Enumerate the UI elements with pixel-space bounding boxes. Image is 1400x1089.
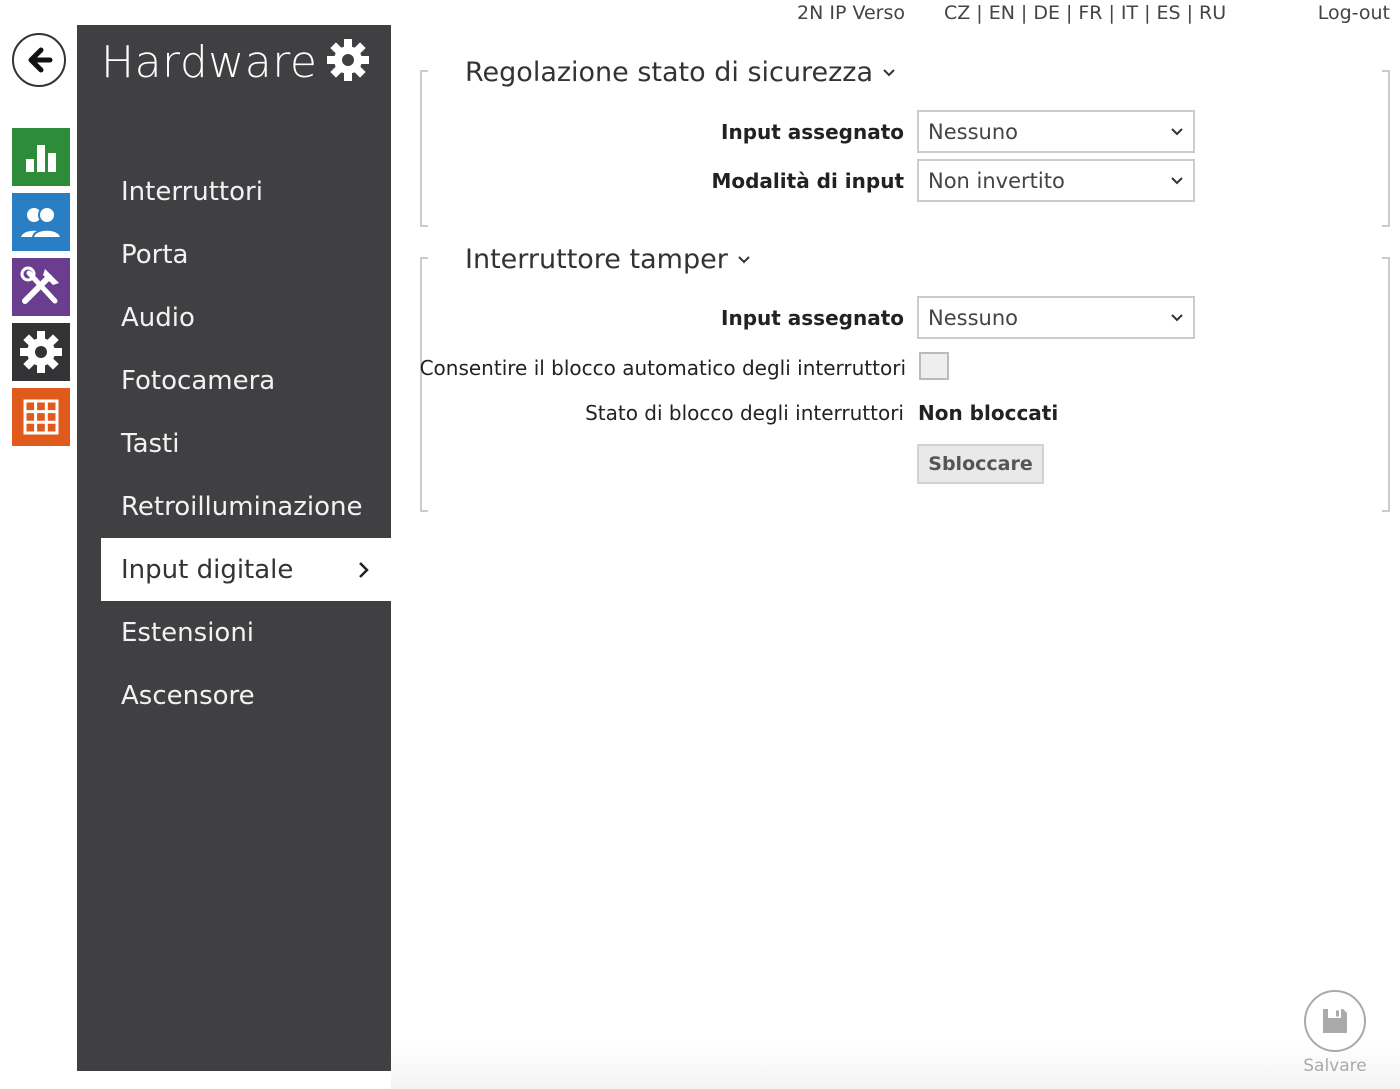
lang-es[interactable]: ES	[1157, 2, 1181, 24]
sidebar-item-label: Fotocamera	[121, 365, 276, 396]
select-value: Nessuno	[928, 305, 1018, 330]
sidebar-menu: Interruttori Porta Audio Fotocamera Tast…	[101, 160, 391, 727]
security-mode-row: Modalità di input Non invertito	[420, 159, 1390, 203]
chevron-down-icon	[883, 68, 895, 76]
save-button[interactable]: Salvare	[1303, 990, 1367, 1076]
tamper-input-row: Input assegnato Nessuno	[420, 296, 1390, 340]
sidebar-item-label: Tasti	[121, 428, 180, 459]
lang-en[interactable]: EN	[989, 2, 1015, 24]
directory-icon	[19, 206, 63, 239]
security-mode-label: Modalità di input	[711, 169, 904, 193]
floppy-disk-icon	[1323, 1009, 1347, 1033]
unlock-row: Sbloccare	[420, 444, 1390, 488]
block-state-value: Non bloccati	[918, 401, 1059, 425]
section-title: Regolazione stato di sicurezza	[465, 57, 874, 88]
sidebar-item-label: Interruttori	[121, 176, 263, 207]
sidebar-item-fotocamera[interactable]: Fotocamera	[101, 349, 391, 412]
logout-link[interactable]: Log-out	[1318, 2, 1390, 24]
chevron-down-icon	[1171, 176, 1183, 184]
block-state-row: Stato di blocco degli interruttori Non b…	[420, 391, 1390, 435]
status-icon	[26, 145, 56, 172]
sidebar-item-label: Input digitale	[121, 554, 294, 585]
sidebar-item-label: Porta	[121, 239, 189, 270]
security-mode-select[interactable]: Non invertito	[917, 159, 1195, 202]
chevron-down-icon	[1171, 127, 1183, 135]
device-name: 2N IP Verso	[797, 2, 905, 24]
sidebar-item-label: Retroilluminazione	[121, 491, 363, 522]
tamper-input-label: Input assegnato	[721, 306, 904, 330]
auto-block-checkbox[interactable]	[919, 352, 949, 380]
tamper-input-select[interactable]: Nessuno	[917, 296, 1195, 339]
sidebar: Hardware Interruttori Porta Audio Fotoca…	[77, 25, 391, 1071]
bottom-bar	[391, 1040, 1400, 1089]
lang-de[interactable]: DE	[1033, 2, 1060, 24]
sidebar-title: Hardware	[101, 37, 318, 88]
lang-it[interactable]: IT	[1121, 2, 1138, 24]
sidebar-item-input-digitale[interactable]: Input digitale	[101, 538, 391, 601]
security-input-label: Input assegnato	[721, 120, 904, 144]
rail-hardware[interactable]	[12, 258, 70, 316]
auto-block-row: Consentire il blocco automatico degli in…	[420, 346, 1390, 390]
chevron-down-icon	[1171, 313, 1183, 321]
rail-system[interactable]	[12, 388, 70, 446]
sidebar-item-label: Ascensore	[121, 680, 255, 711]
sidebar-item-interruttori[interactable]: Interruttori	[101, 160, 391, 223]
unlock-button[interactable]: Sbloccare	[917, 444, 1044, 484]
sidebar-item-tasti[interactable]: Tasti	[101, 412, 391, 475]
sidebar-item-label: Estensioni	[121, 617, 255, 648]
sidebar-item-retroilluminazione[interactable]: Retroilluminazione	[101, 475, 391, 538]
back-button[interactable]	[12, 33, 66, 87]
rail-directory[interactable]	[12, 193, 70, 251]
hardware-icon	[20, 266, 59, 304]
sidebar-item-audio[interactable]: Audio	[101, 286, 391, 349]
chevron-down-icon	[738, 255, 750, 263]
language-selector: CZ | EN | DE | FR | IT | ES | RU	[944, 2, 1227, 24]
grid-icon	[23, 399, 59, 435]
auto-block-label: Consentire il blocco automatico degli in…	[419, 356, 906, 380]
sidebar-item-porta[interactable]: Porta	[101, 223, 391, 286]
security-input-select[interactable]: Nessuno	[917, 110, 1195, 153]
tamper-section: Interruttore tamper Input assegnato Ness…	[420, 244, 1390, 512]
select-value: Non invertito	[928, 168, 1065, 193]
arrow-left-icon	[28, 47, 53, 73]
select-value: Nessuno	[928, 119, 1018, 144]
sidebar-item-label: Audio	[121, 302, 195, 333]
sidebar-item-ascensore[interactable]: Ascensore	[101, 664, 391, 727]
security-state-section: Regolazione stato di sicurezza Input ass…	[420, 57, 1390, 227]
sidebar-item-estensioni[interactable]: Estensioni	[101, 601, 391, 664]
save-label: Salvare	[1303, 1056, 1367, 1076]
security-section-header[interactable]: Regolazione stato di sicurezza	[465, 57, 895, 88]
block-state-label: Stato di blocco degli interruttori	[585, 401, 904, 425]
chevron-right-icon	[359, 561, 369, 578]
save-circle	[1304, 990, 1366, 1052]
settings-gear-icon[interactable]	[325, 37, 371, 83]
section-title: Interruttore tamper	[465, 244, 728, 275]
icon-rail	[0, 0, 77, 1089]
gear-icon	[20, 331, 62, 373]
rail-services[interactable]	[12, 323, 70, 381]
lang-ru[interactable]: RU	[1199, 2, 1226, 24]
lang-cz[interactable]: CZ	[944, 2, 970, 24]
lang-fr[interactable]: FR	[1078, 2, 1102, 24]
security-input-row: Input assegnato Nessuno	[420, 110, 1390, 154]
tamper-section-header[interactable]: Interruttore tamper	[465, 244, 750, 275]
rail-status[interactable]	[12, 128, 70, 186]
